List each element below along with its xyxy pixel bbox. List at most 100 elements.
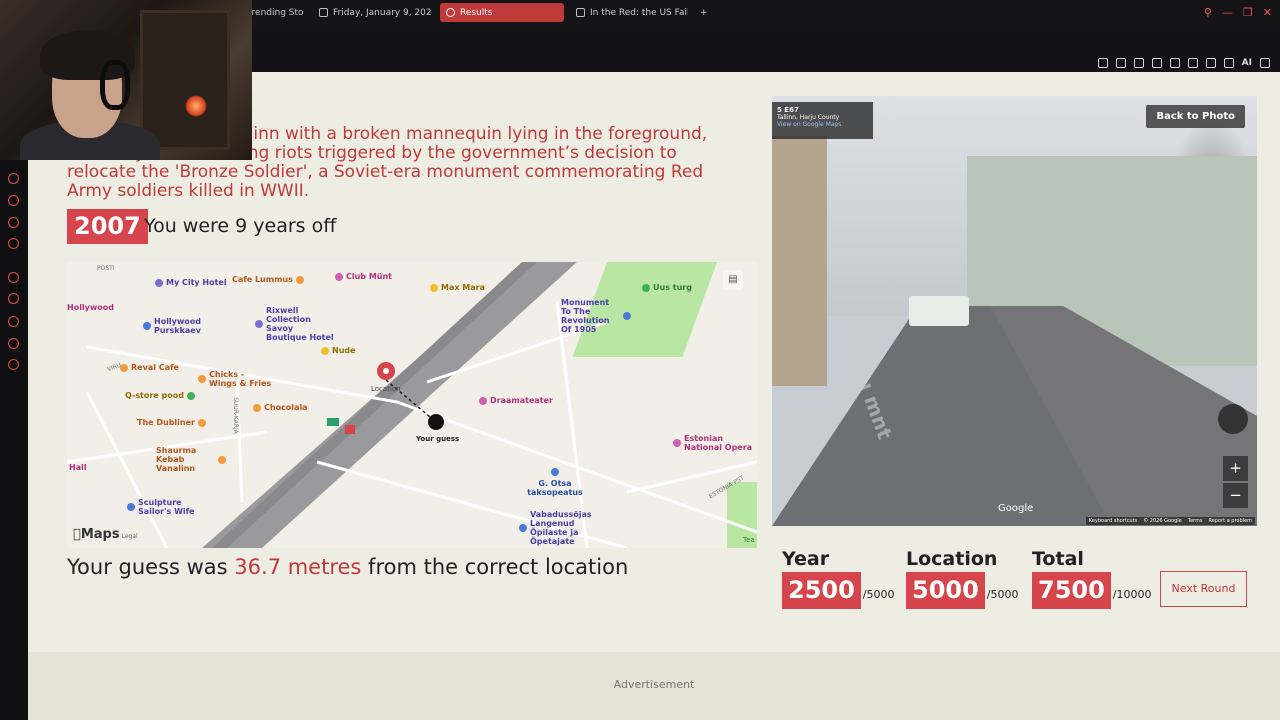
- pin-sidebar-icon[interactable]: [8, 293, 19, 304]
- street-label: POSTI: [97, 265, 115, 272]
- history-icon[interactable]: [8, 316, 19, 327]
- location-score: Location 5000/5000: [906, 548, 1019, 609]
- theater-icon: [479, 396, 487, 405]
- poi-hall[interactable]: Hall: [69, 463, 87, 472]
- window-controls: ⚲ — ❐ ✕: [1204, 6, 1272, 19]
- poi-hollywood[interactable]: Hollywood: [67, 303, 114, 312]
- poi-nude[interactable]: Nude: [321, 346, 356, 355]
- map-mode-button[interactable]: ▤: [723, 270, 743, 290]
- terms-link[interactable]: Terms: [1188, 518, 1203, 524]
- poi-max-mara[interactable]: Max Mara: [430, 283, 485, 292]
- market-icon: [642, 283, 650, 292]
- webcam-overlay: [0, 0, 252, 160]
- poi-edge: Tea: [743, 536, 755, 544]
- tab-results[interactable]: Results: [440, 3, 564, 22]
- close-icon[interactable]: ✕: [1263, 6, 1272, 19]
- poi-cafe-lummus[interactable]: Cafe Lummus: [232, 275, 304, 284]
- report-problem-link[interactable]: Report a problem: [1208, 518, 1252, 524]
- poi-vabadussoja[interactable]: Vabadussöjas Langenud Õpilaste ja Õpetaj…: [519, 510, 599, 546]
- legal-link[interactable]: Legal: [122, 533, 138, 540]
- instagram-icon[interactable]: [8, 173, 19, 184]
- lamp: [185, 95, 207, 117]
- restaurant-icon: [198, 375, 206, 383]
- advertisement-label: Advertisement: [613, 678, 695, 691]
- taxi-icon: [551, 468, 559, 476]
- bar-icon: [197, 418, 206, 427]
- shop-icon: [430, 283, 438, 292]
- sculpture-icon: [127, 503, 135, 511]
- streetview-footer: Keyboard shortcuts © 2026 Google Terms R…: [1085, 517, 1255, 525]
- poi-club-munt[interactable]: Club Münt: [335, 272, 392, 281]
- cafe-icon: [295, 275, 304, 284]
- back-to-photo-button[interactable]: Back to Photo: [1146, 105, 1245, 128]
- restore-icon[interactable]: ❐: [1243, 6, 1253, 19]
- ai-button[interactable]: AI: [1242, 58, 1252, 68]
- heart-icon[interactable]: [1169, 58, 1180, 68]
- your-guess-label: Your guess: [416, 435, 460, 443]
- zoom-in-button[interactable]: +: [1223, 456, 1248, 481]
- year-score-value: 2500: [782, 572, 861, 609]
- new-tab-button[interactable]: +: [694, 3, 712, 22]
- total-score-value: 7500: [1032, 572, 1111, 609]
- tab-4[interactable]: In the Red: the US Failure: [570, 3, 688, 22]
- calendar-icon: [319, 8, 328, 17]
- messenger-icon[interactable]: [8, 238, 19, 249]
- total-score: Total 7500/10000: [1032, 548, 1152, 609]
- poi-draamateater[interactable]: Draamateater: [479, 396, 553, 405]
- poi-hollywood-purskkaev[interactable]: Hollywood Purskkaev: [143, 317, 213, 335]
- tiktok-icon[interactable]: [8, 195, 19, 206]
- poi-q-store[interactable]: Q-store pood: [125, 391, 195, 400]
- google-logo: Google: [998, 503, 1034, 514]
- download-icon[interactable]: [1223, 58, 1234, 68]
- poi-sailors-wife[interactable]: Sculpture Sailor's Wife: [127, 498, 212, 516]
- landmark-icon: [143, 322, 151, 330]
- poi-chicks-wings[interactable]: Chicks - Wings & Fries: [198, 370, 273, 388]
- poi-uus-turg[interactable]: Uus turg: [642, 283, 692, 292]
- poi-otsa-taxi[interactable]: G. Otsa taksopeatus: [525, 468, 585, 497]
- hotel-icon: [155, 278, 163, 287]
- toolbar-icons: AI: [1097, 58, 1270, 68]
- theater-icon: [673, 439, 681, 447]
- tab-2[interactable]: Friday, January 9, 2026 T: [313, 3, 431, 22]
- poi-rixwell-savoy[interactable]: Rixwell Collection Savoy Boutique Hotel: [255, 306, 335, 342]
- cube-icon[interactable]: [8, 338, 19, 349]
- page-icon: [576, 8, 585, 17]
- apple-maps-logo: MapsLegal: [73, 527, 138, 542]
- result-map[interactable]: POSTI My City Hotel Cafe Lummus Club Mün…: [67, 262, 757, 548]
- poi-the-dubliner[interactable]: The Dubliner: [137, 418, 206, 427]
- headset: [100, 60, 130, 110]
- poi-shaurma-kebab[interactable]: Shaurma Kebab Vanalinn: [156, 446, 226, 473]
- poi-reval-cafe[interactable]: Reval Cafe: [120, 363, 179, 372]
- nightlife-icon: [335, 272, 343, 281]
- extensions-icon[interactable]: [1187, 58, 1198, 68]
- cafe-icon: [253, 403, 261, 412]
- player-icon[interactable]: [8, 272, 19, 283]
- location-score-value: 5000: [906, 572, 985, 609]
- minimize-icon[interactable]: —: [1222, 6, 1233, 19]
- x-icon[interactable]: [8, 217, 19, 228]
- restaurant-icon: [218, 455, 226, 464]
- street-view-panorama[interactable]: Pärnu mnt 5 E67 Tallinn, Harju County Vi…: [772, 96, 1257, 526]
- poi-my-city-hotel[interactable]: My City Hotel: [155, 278, 227, 287]
- search-icon[interactable]: ⚲: [1204, 6, 1212, 19]
- play-icon[interactable]: [1151, 58, 1162, 68]
- keyboard-shortcuts-link[interactable]: Keyboard shortcuts: [1089, 518, 1137, 524]
- guess-distance-value: 36.7 metres: [234, 555, 362, 579]
- settings-icon[interactable]: [8, 359, 19, 370]
- screenshot-icon[interactable]: [1115, 58, 1126, 68]
- poi-monument-1905[interactable]: Monument To The Revolution Of 1905: [561, 298, 631, 334]
- shield-icon[interactable]: [1133, 58, 1144, 68]
- pin-icon[interactable]: [1097, 58, 1108, 68]
- zoom-out-button[interactable]: −: [1223, 483, 1248, 508]
- wallet-icon[interactable]: [1205, 58, 1216, 68]
- next-round-button[interactable]: Next Round: [1160, 571, 1247, 607]
- location-marker-label: Location: [371, 385, 401, 393]
- compass-icon[interactable]: [1218, 404, 1248, 434]
- poi-national-opera[interactable]: Estonian National Opera: [673, 434, 753, 452]
- menu-icon[interactable]: [1260, 58, 1270, 68]
- view-on-google-maps-link[interactable]: View on Google Maps: [777, 121, 868, 128]
- shelf: [140, 10, 230, 150]
- browser-sidebar: [0, 72, 28, 720]
- poi-chocolala[interactable]: Chocolala: [253, 403, 308, 412]
- memorial-icon: [519, 524, 527, 532]
